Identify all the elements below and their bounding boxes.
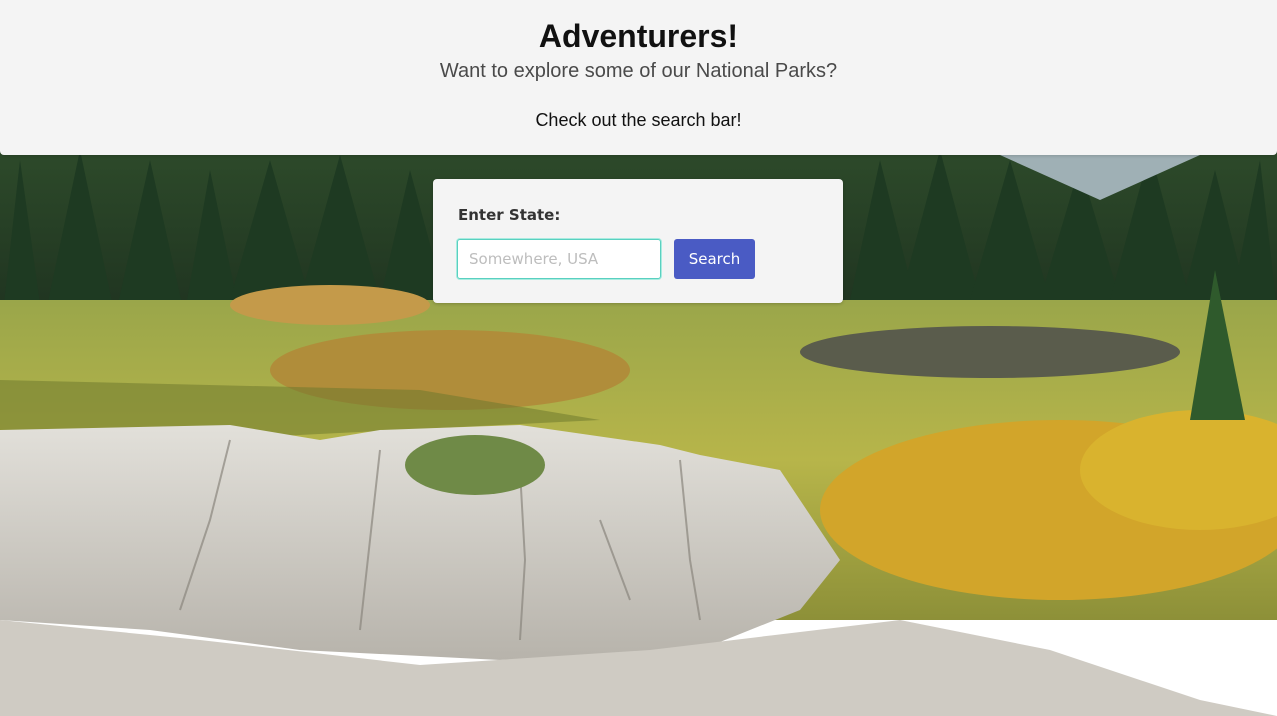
page-title: Adventurers! [538,18,739,54]
search-card: Enter State: Search [433,179,843,303]
page-subtitle: Want to explore some of our National Par… [439,60,838,82]
page: Adventurers! Want to explore some of our… [0,0,1277,716]
search-button[interactable]: Search [674,239,755,279]
hero-banner: Adventurers! Want to explore some of our… [0,0,1277,155]
state-search-input[interactable] [457,239,661,279]
state-label: Enter State: [458,206,561,224]
call-to-action-text: Check out the search bar! [535,110,742,130]
